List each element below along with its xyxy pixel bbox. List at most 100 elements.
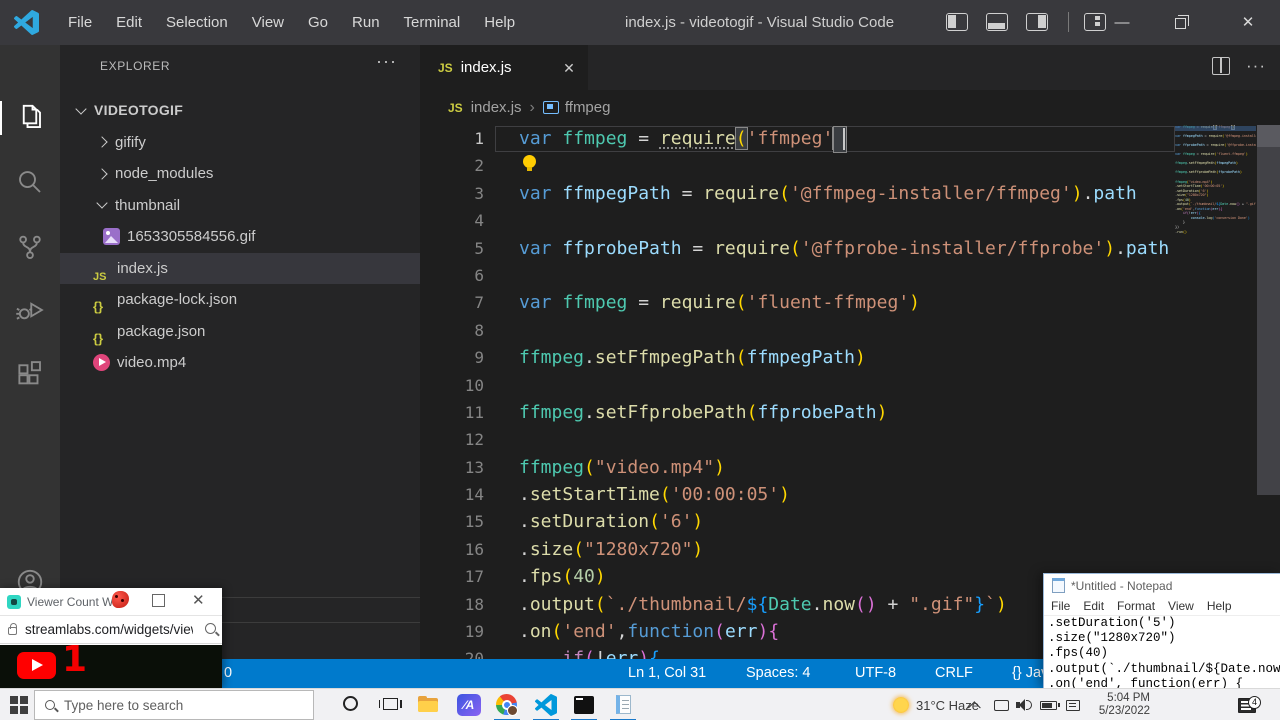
explorer-item-thumbnail[interactable]: thumbnail	[60, 190, 420, 222]
restore-button[interactable]	[1157, 0, 1203, 45]
viewer-count-window[interactable]: Viewer Count Wid... ✕ streamlabs.com/wid…	[0, 588, 222, 688]
toggle-sidebar-icon[interactable]	[946, 13, 968, 31]
toggle-panel-icon[interactable]	[986, 13, 1008, 31]
explorer-item-package.json[interactable]: package.json	[60, 316, 420, 348]
line-number: 11	[420, 399, 486, 426]
toggle-secondary-sidebar-icon[interactable]	[1026, 13, 1048, 31]
volume-icon[interactable]	[1016, 689, 1032, 720]
line-number: 8	[420, 317, 486, 344]
breadcrumb: JS index.js › ffmpeg	[448, 90, 610, 125]
notepad-menu-format[interactable]: Format	[1117, 599, 1155, 613]
json-file-icon	[93, 323, 110, 340]
network-icon[interactable]	[1066, 689, 1080, 720]
widget-close-icon[interactable]: ✕	[192, 591, 205, 609]
notepad-taskbar-icon[interactable]	[611, 694, 635, 716]
explorer-item-index.js[interactable]: index.js	[60, 253, 420, 285]
zoom-icon[interactable]	[205, 623, 216, 634]
start-button-icon[interactable]	[10, 696, 28, 714]
explorer-item-1653305584556.gif[interactable]: 1653305584556.gif	[60, 221, 420, 253]
tablet-mode-icon[interactable]	[994, 689, 1009, 720]
line-number: 1	[420, 125, 486, 152]
menu-go[interactable]: Go	[296, 0, 340, 45]
explorer-icon[interactable]	[15, 102, 45, 132]
code-line-10	[519, 372, 1175, 399]
widget-address-bar[interactable]: streamlabs.com/widgets/viewe...	[0, 615, 222, 644]
task-view-icon[interactable]	[378, 694, 402, 716]
action-center-icon[interactable]: 4	[1238, 689, 1256, 720]
explorer-item-package-lock.json[interactable]: package-lock.json	[60, 284, 420, 316]
breadcrumb-file[interactable]: index.js	[471, 99, 522, 116]
line-number: 19	[420, 618, 486, 645]
menu-file[interactable]: File	[56, 0, 104, 45]
tab-indexjs[interactable]: JS index.js ✕	[420, 45, 588, 90]
notepad-menu-help[interactable]: Help	[1207, 599, 1232, 613]
widget-url[interactable]: streamlabs.com/widgets/viewe...	[25, 622, 193, 637]
explorer-item-node_modules[interactable]: node_modules	[60, 158, 420, 190]
explorer-item-videotogif[interactable]: VIDEOTOGIF	[60, 95, 420, 127]
menu-selection[interactable]: Selection	[154, 0, 240, 45]
editor-more-icon[interactable]: ···	[1246, 57, 1266, 75]
explorer-item-gifify[interactable]: gifify	[60, 127, 420, 159]
chrome-icon[interactable]	[495, 694, 519, 716]
status-utf-8[interactable]: UTF-8	[855, 659, 896, 688]
code-line-14: .setStartTime('00:00:05')	[519, 481, 1175, 508]
close-button[interactable]: ✕	[1225, 0, 1271, 45]
notepad-line: .size("1280x720")	[1044, 631, 1280, 646]
minimize-button[interactable]: —	[1099, 0, 1145, 45]
line-number: 10	[420, 372, 486, 399]
chevron-right-icon	[96, 137, 107, 148]
tray-expand-icon[interactable]	[972, 689, 981, 720]
notepad-text-area[interactable]: .setDuration('5').size("1280x720").fps(4…	[1044, 616, 1280, 689]
chevron-right-icon	[96, 168, 107, 179]
menu-edit[interactable]: Edit	[104, 0, 154, 45]
breadcrumb-symbol[interactable]: ffmpeg	[565, 99, 611, 116]
tab-close-icon[interactable]: ✕	[558, 57, 580, 79]
js-file-icon	[93, 260, 110, 277]
notepad-menu-view[interactable]: View	[1168, 599, 1194, 613]
menu-run[interactable]: Run	[340, 0, 392, 45]
status-ln-1-col-31[interactable]: Ln 1, Col 31	[628, 659, 706, 688]
terminal-icon[interactable]	[572, 694, 596, 716]
vscode-taskbar-icon[interactable]	[535, 694, 559, 716]
menu-help[interactable]: Help	[472, 0, 527, 45]
vscode-logo-icon	[14, 10, 39, 35]
window-title: index.js - videotogif - Visual Studio Co…	[625, 0, 894, 45]
lightbulb-icon[interactable]	[523, 155, 536, 172]
search-icon[interactable]	[15, 167, 45, 197]
line-number: 16	[420, 536, 486, 563]
cortana-icon[interactable]	[338, 694, 362, 716]
battery-icon[interactable]	[1040, 689, 1057, 720]
notepad-window[interactable]: *Untitled - Notepad File Edit Format View He…	[1043, 573, 1280, 688]
taskbar-search[interactable]: Type here to search	[34, 690, 314, 720]
weather-icon[interactable]	[893, 689, 909, 720]
extensions-icon[interactable]	[15, 359, 45, 389]
status-crlf[interactable]: CRLF	[935, 659, 973, 688]
notepad-menu-edit[interactable]: Edit	[1083, 599, 1104, 613]
run-debug-icon[interactable]	[15, 295, 45, 325]
explorer-more-icon[interactable]: ···	[376, 51, 397, 72]
file-explorer-icon[interactable]	[416, 694, 440, 716]
search-icon	[45, 700, 55, 710]
minimap[interactable]: var ffmpeg = require('ffmpeg')var ffmpeg…	[1175, 125, 1256, 325]
symbol-icon	[543, 101, 559, 114]
text-cursor	[843, 128, 845, 150]
menu-view[interactable]: View	[240, 0, 296, 45]
code-line-2	[519, 152, 1175, 179]
source-control-icon[interactable]	[15, 232, 45, 262]
menu-terminal[interactable]: Terminal	[392, 0, 473, 45]
widget-titlebar[interactable]: Viewer Count Wid... ✕	[0, 588, 222, 615]
split-editor-icon[interactable]	[1212, 57, 1230, 75]
problems-count[interactable]: 0	[224, 659, 232, 688]
code-line-9: ffmpeg.setFfmpegPath(ffmpegPath)	[519, 344, 1175, 371]
clock[interactable]: 5:04 PM 5/23/2022	[1092, 689, 1150, 720]
purple-app-icon[interactable]: ⁄A	[457, 694, 481, 716]
code-line-3: var ffmpegPath = require('@ffmpeg-instal…	[519, 180, 1175, 207]
notepad-menu-file[interactable]: File	[1051, 599, 1070, 613]
code-line-15: .setDuration('6')	[519, 508, 1175, 535]
notepad-titlebar[interactable]: *Untitled - Notepad	[1044, 574, 1280, 597]
widget-maximize-icon[interactable]	[152, 594, 165, 607]
editor-group: JS index.js ✕ ··· JS index.js › ffmpeg 1…	[420, 45, 1280, 659]
status-spaces-4[interactable]: Spaces: 4	[746, 659, 811, 688]
explorer-item-video.mp4[interactable]: video.mp4	[60, 347, 420, 379]
line-number: 18	[420, 591, 486, 618]
